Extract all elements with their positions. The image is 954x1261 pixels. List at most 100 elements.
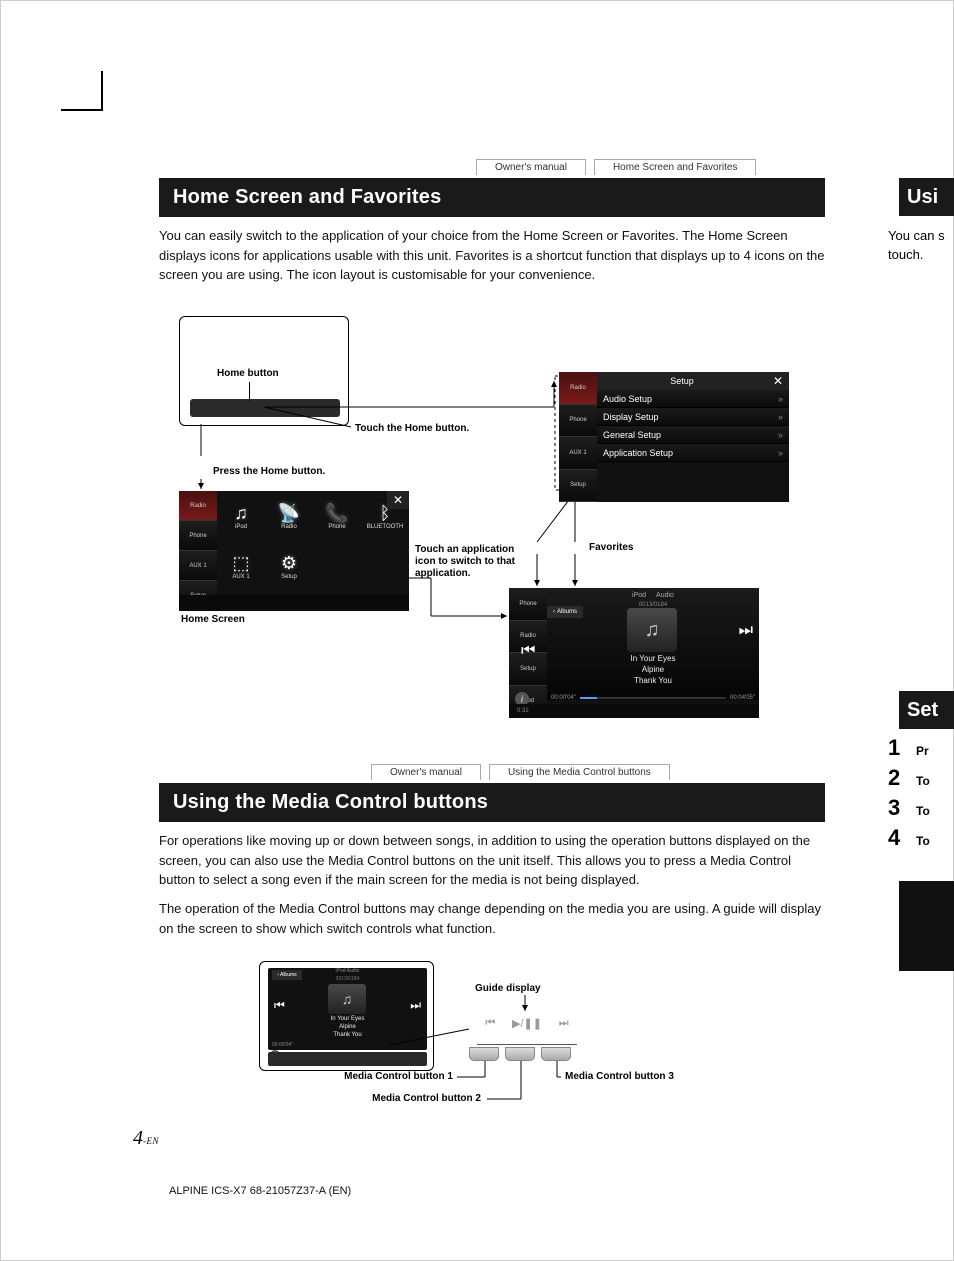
tab-section-name: Using the Media Control buttons	[489, 764, 670, 780]
hw-button-2[interactable]	[505, 1047, 535, 1061]
mini-header: iPod Audio	[268, 968, 427, 974]
song-title: In Your Eyes	[268, 1016, 427, 1022]
right-section-bar-2: Set	[899, 691, 954, 729]
setup-menu-mock: Radio Phone AUX 1 Setup Setup ✕ Audio Se…	[559, 372, 789, 502]
player-header: iPod Audio	[547, 588, 759, 602]
album-name: Thank You	[547, 676, 759, 685]
footer-text: ALPINE ICS-X7 68-21057Z37-A (EN)	[169, 1185, 351, 1197]
label-press-home: Press the Home button.	[213, 466, 325, 478]
home-screen-mock: Radio Phone AUX 1 Setup ♫iPod 📡Radio 📞Ph…	[179, 491, 409, 611]
album-name: Thank You	[268, 1032, 427, 1038]
gear-icon: ⚙	[281, 553, 297, 574]
tab-owners-manual: Owner's manual	[476, 159, 586, 175]
artist-name: Alpine	[547, 665, 759, 674]
note-icon: ♫	[234, 503, 248, 524]
close-button[interactable]: ✕	[387, 491, 409, 509]
home-sidebar: Radio Phone AUX 1 Setup	[179, 491, 217, 611]
section-heading-home: Home Screen and Favorites	[159, 178, 825, 217]
sidebar-item-aux1[interactable]: AUX 1	[559, 437, 597, 470]
tab-owners-manual: Owner's manual	[371, 764, 481, 780]
close-button[interactable]: ✕	[767, 372, 789, 390]
section2-intro-a: For operations like moving up or down be…	[159, 831, 825, 890]
hardware-buttons	[469, 1047, 571, 1061]
album-art-small: ♫	[328, 984, 366, 1014]
tab-section-name: Home Screen and Favorites	[594, 159, 757, 175]
chevron-left-icon: ‹	[553, 609, 555, 615]
breadcrumb-tabs: Owner's manual Home Screen and Favorites	[476, 159, 756, 175]
right-step-2: 2To	[888, 765, 954, 791]
setup-row-display[interactable]: Display Setup»	[597, 408, 789, 426]
setup-row-audio[interactable]: Audio Setup»	[597, 390, 789, 408]
bottom-status	[179, 595, 409, 611]
guide-playpause-icon: ▶/❚❚	[512, 1017, 542, 1030]
label-home-screen: Home Screen	[181, 614, 245, 625]
phone-icon: 📞	[326, 503, 348, 524]
hw-button-3[interactable]	[541, 1047, 571, 1061]
app-grid: ♫iPod 📡Radio 📞Phone ᛒBLUETOOTH ⬚AUX 1 ⚙S…	[217, 491, 409, 591]
player-mock: Phone Radio Setup iPod iPod Audio ‹Album…	[509, 588, 759, 718]
crop-mark-h	[61, 109, 101, 111]
right-step-1: 1Pr	[888, 735, 954, 761]
hardware-button-bar	[268, 1052, 427, 1066]
prev-button[interactable]: ⏮	[521, 642, 535, 660]
mini-trackpos: 0013/0184	[268, 976, 427, 982]
sidebar-item-setup[interactable]: Setup	[559, 470, 597, 503]
sidebar-item-aux1[interactable]: AUX 1	[179, 551, 217, 581]
label-mc1: Media Control button 1	[341, 1071, 453, 1082]
time-elapsed: 00:00'04"	[272, 1042, 293, 1048]
progress-track[interactable]	[580, 697, 726, 699]
device-outline-2: ‹Albums iPod Audio 0013/0184 ♫ ⏮ ⏭ In Yo…	[259, 961, 434, 1071]
right-section-bar-1: Usi	[899, 178, 954, 216]
right-screenshot-crop	[899, 881, 954, 971]
page-number: 4-EN	[133, 1127, 159, 1150]
player-bottom-bar: 0:32	[509, 704, 759, 718]
setup-row-general[interactable]: General Setup»	[597, 426, 789, 444]
app-ipod[interactable]: ♫iPod	[217, 491, 265, 541]
label-guide-display: Guide display	[475, 983, 541, 994]
app-radio[interactable]: 📡Radio	[265, 491, 313, 541]
sidebar-item-phone[interactable]: Phone	[509, 588, 547, 621]
prev-button[interactable]: ⏮	[274, 998, 285, 1013]
player-main: iPod Audio ‹Albums 0013/0184 ♫ ⏭ ⏮ In Yo…	[547, 588, 759, 700]
setup-sidebar: Radio Phone AUX 1 Setup	[559, 372, 597, 502]
sidebar-item-phone[interactable]: Phone	[179, 521, 217, 551]
antenna-icon: 📡	[278, 503, 300, 524]
label-mc2: Media Control button 2	[341, 1093, 481, 1104]
hw-button-1[interactable]	[469, 1047, 499, 1061]
note-icon: ♫	[645, 619, 660, 642]
sidebar-item-phone[interactable]: Phone	[559, 405, 597, 438]
song-title: In Your Eyes	[547, 654, 759, 663]
page: Owner's manual Home Screen and Favorites…	[0, 0, 954, 1261]
sidebar-item-radio[interactable]: Radio	[559, 372, 597, 405]
chevron-right-icon: »	[778, 430, 783, 440]
crop-mark-v	[101, 71, 103, 111]
app-setup[interactable]: ⚙Setup	[265, 541, 313, 591]
artist-name: Alpine	[268, 1024, 427, 1030]
app-aux1[interactable]: ⬚AUX 1	[217, 541, 265, 591]
callout-line	[249, 382, 250, 401]
next-button[interactable]: ⏭	[739, 622, 753, 640]
label-favorites: Favorites	[589, 542, 633, 553]
chevron-right-icon: »	[778, 412, 783, 422]
time-total: 00:04'05"	[730, 695, 755, 701]
app-phone[interactable]: 📞Phone	[313, 491, 361, 541]
aux-icon: ⬚	[232, 553, 249, 574]
label-home-button: Home button	[217, 368, 279, 379]
label-touch-home: Touch the Home button.	[355, 423, 469, 435]
progress-bar[interactable]: 00:00'04" 00:04'05"	[547, 696, 759, 700]
diagram-media-buttons: ‹Albums iPod Audio 0013/0184 ♫ ⏮ ⏭ In Yo…	[259, 961, 779, 1131]
label-mc3: Media Control button 3	[565, 1071, 674, 1082]
sidebar-item-radio[interactable]: Radio	[179, 491, 217, 521]
setup-row-application[interactable]: Application Setup»	[597, 444, 789, 462]
section1-intro: You can easily switch to the application…	[159, 226, 825, 285]
chevron-right-icon: »	[778, 394, 783, 404]
next-button[interactable]: ⏭	[410, 998, 421, 1013]
guide-prev-icon: ⏮	[485, 1017, 495, 1030]
label-touch-app: Touch an application icon to switch to t…	[415, 544, 525, 580]
breadcrumb-tabs-2: Owner's manual Using the Media Control b…	[371, 764, 670, 780]
right-text-1: You can s	[888, 226, 954, 246]
device-screen: ‹Albums iPod Audio 0013/0184 ♫ ⏮ ⏭ In Yo…	[268, 968, 427, 1050]
guide-display: ⏮ ▶/❚❚ ⏭	[477, 1011, 577, 1045]
section-heading-media: Using the Media Control buttons	[159, 783, 825, 822]
setup-title: Setup	[597, 372, 767, 390]
